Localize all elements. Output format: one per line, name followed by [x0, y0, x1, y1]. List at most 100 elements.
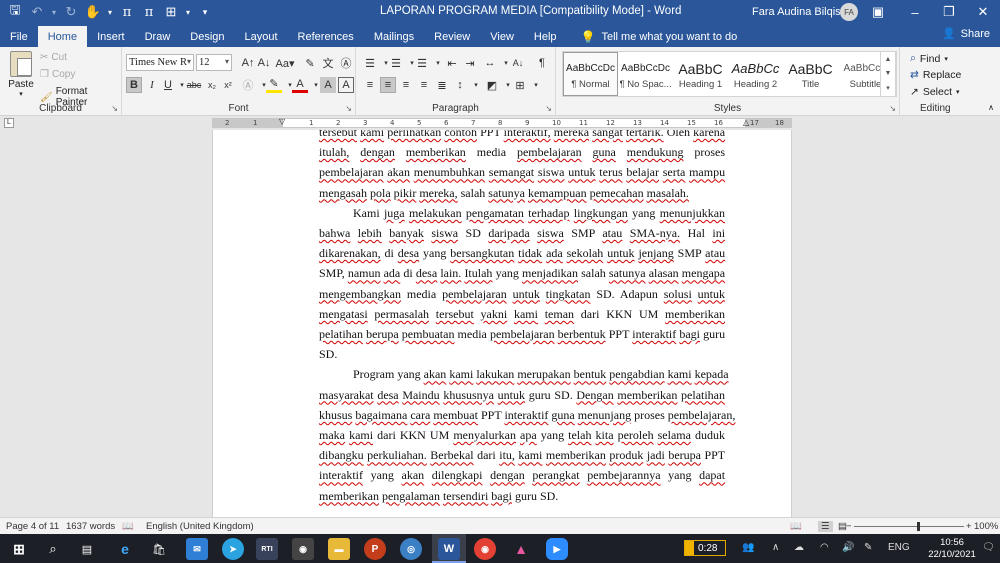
tab-references[interactable]: References	[288, 26, 364, 47]
tab-layout[interactable]: Layout	[235, 26, 288, 47]
mail-icon[interactable]: ✉	[186, 538, 208, 560]
decrease-indent-icon[interactable]: ⇤	[444, 55, 460, 71]
document-line[interactable]: khusus bagaimana cara membuat PPT intera…	[319, 405, 735, 425]
multilevel-list-icon[interactable]: ☰	[414, 55, 430, 71]
asian-layout-icon[interactable]: ↔	[482, 55, 498, 71]
file-explorer-icon[interactable]: ▬	[328, 538, 350, 560]
document-page[interactable]: tersebut kami perlihatkan contoh PPT int…	[212, 130, 792, 517]
collapse-ribbon-icon[interactable]: ∧	[988, 103, 994, 112]
horizontal-ruler[interactable]: 2 1 ▽ 1 2 3 4 5 6 7 8 9 10 11 12 13 14 1…	[212, 117, 792, 128]
style-no-spacing[interactable]: AaBbCcDc ¶ No Spac...	[618, 52, 673, 96]
gallery-up-icon[interactable]: ▲	[885, 56, 892, 63]
show-hidden-icons-icon[interactable]: ∧	[772, 542, 779, 553]
character-border-icon[interactable]: A	[338, 77, 354, 93]
copy-button[interactable]: ❐ Copy	[40, 69, 75, 80]
tab-design[interactable]: Design	[180, 26, 234, 47]
replace-button[interactable]: ⇄ Replace	[910, 69, 961, 81]
undo-dropdown-icon[interactable]: ▾	[50, 3, 58, 21]
superscript-button[interactable]: x²	[220, 77, 236, 93]
cut-button[interactable]: ✂ Cut	[40, 52, 67, 63]
table-dropdown-icon[interactable]: ▾	[184, 3, 192, 21]
clear-formatting-icon[interactable]: ✎	[302, 55, 318, 71]
styles-gallery-scroll[interactable]: ▲ ▼ ▾	[880, 51, 896, 97]
telegram-icon[interactable]: ➤	[222, 538, 244, 560]
zoom-out-icon[interactable]: −	[846, 521, 852, 532]
document-line[interactable]: memberikan pengalaman tersendiri bagi gu…	[319, 486, 725, 506]
language-indicator[interactable]: English (United Kingdom)	[146, 521, 254, 532]
show-formatting-marks-icon[interactable]: ¶	[534, 55, 550, 71]
share-button[interactable]: 👤 Share	[942, 27, 990, 41]
paint-app-icon[interactable]: ▲	[510, 538, 532, 560]
style-heading-1[interactable]: AaBbC Heading 1	[673, 52, 728, 96]
document-line[interactable]: SMP, namun ada di desa lain. Itulah yang…	[319, 263, 725, 283]
font-launcher-icon[interactable]: ↘	[345, 104, 352, 113]
tab-home[interactable]: Home	[37, 26, 88, 47]
task-view-icon[interactable]: ▤	[76, 538, 98, 560]
document-line[interactable]: SD.	[319, 344, 725, 364]
enclose-characters-icon[interactable]: Ⓐ	[338, 55, 354, 71]
paragraph-launcher-icon[interactable]: ↘	[545, 104, 552, 113]
document-line[interactable]: itulah, dengan memberikan media pembelaj…	[319, 142, 725, 162]
close-icon[interactable]: ✕	[966, 0, 1000, 24]
find-button[interactable]: ⌕ Find ▾	[910, 52, 948, 65]
page-count[interactable]: Page 4 of 11	[6, 521, 59, 532]
gallery-down-icon[interactable]: ▼	[885, 70, 892, 77]
select-button[interactable]: ↗ Select ▾	[910, 86, 960, 98]
subscript-button[interactable]: x₂	[204, 77, 220, 93]
read-mode-icon[interactable]: 📖	[790, 521, 802, 532]
document-line[interactable]: interaktif yang akan dilengkapi dengan p…	[319, 465, 725, 485]
clipboard-launcher-icon[interactable]: ↘	[111, 104, 118, 113]
first-line-indent-marker[interactable]: ▽	[279, 117, 285, 126]
style-title[interactable]: AaBbC Title	[783, 52, 838, 96]
sort-icon[interactable]: A↓	[510, 55, 526, 71]
paste-button[interactable]: Paste ▾	[6, 51, 36, 98]
justify-icon[interactable]: ≡	[416, 77, 432, 93]
gallery-more-icon[interactable]: ▾	[886, 84, 890, 92]
tab-selector[interactable]: L	[4, 118, 14, 128]
document-body[interactable]: tersebut kami perlihatkan contoh PPT int…	[319, 130, 735, 506]
equation-alt-icon[interactable]: π	[140, 3, 158, 21]
document-line[interactable]: dikarenakan, di desa yang bersangkutan t…	[319, 243, 725, 263]
chrome-icon[interactable]: ◉	[474, 538, 496, 560]
align-left-icon[interactable]: ≡	[362, 77, 378, 93]
document-line[interactable]: mengatasi permasalah tersebut yakni kami…	[319, 304, 725, 324]
font-color-icon[interactable]: A	[292, 77, 308, 93]
save-icon[interactable]: 🖫	[6, 2, 24, 21]
document-line[interactable]: mengasah pola pikir mereka, salah satuny…	[319, 183, 725, 203]
notifications-icon[interactable]: 🗨	[982, 542, 995, 553]
avatar[interactable]: FA	[840, 3, 858, 21]
bold-button[interactable]: B	[126, 77, 142, 93]
equation-icon[interactable]: π	[118, 3, 136, 21]
document-area[interactable]: tersebut kami perlihatkan contoh PPT int…	[0, 130, 1000, 517]
tab-file[interactable]: File	[0, 26, 38, 47]
clock[interactable]: 10:56 22/10/2021	[928, 537, 976, 561]
powerpoint-icon[interactable]: P	[364, 538, 386, 560]
numbering-icon[interactable]: ☰	[388, 55, 404, 71]
italic-button[interactable]: I	[144, 77, 160, 93]
distributed-icon[interactable]: ≣	[434, 77, 450, 93]
zoom-in-icon[interactable]: +	[966, 521, 972, 532]
align-right-icon[interactable]: ≡	[398, 77, 414, 93]
windows-start-icon[interactable]: ⊞	[8, 538, 30, 560]
tab-insert[interactable]: Insert	[87, 26, 135, 47]
touch-mode-icon[interactable]: ✋	[84, 3, 102, 21]
battery-indicator[interactable]: 0:28	[684, 540, 726, 556]
tab-draw[interactable]: Draw	[135, 26, 181, 47]
onedrive-icon[interactable]: ☁	[794, 542, 804, 553]
store-icon[interactable]: 🛍	[148, 538, 170, 560]
zoom-slider-thumb[interactable]	[917, 522, 920, 531]
character-shading-icon[interactable]: A	[320, 77, 336, 93]
zoom-slider-track[interactable]	[854, 526, 964, 527]
styles-launcher-icon[interactable]: ↘	[889, 104, 896, 113]
line-spacing-dropdown-icon[interactable]: ▾	[468, 77, 484, 93]
align-center-icon[interactable]: ≡	[380, 77, 396, 93]
ribbon-display-options-icon[interactable]: ▣	[858, 0, 898, 24]
phonetic-guide-icon[interactable]: 文	[320, 55, 336, 71]
tell-me-search[interactable]: 💡 Tell me what you want to do	[567, 26, 738, 47]
strikethrough-button[interactable]: abc	[186, 77, 202, 93]
document-line[interactable]: bahwa lebih banyak siswa SD daripada sis…	[319, 223, 725, 243]
game-app-icon[interactable]: ◉	[292, 538, 314, 560]
zoom-app-icon[interactable]: ▶	[546, 538, 568, 560]
tab-mailings[interactable]: Mailings	[364, 26, 424, 47]
shrink-font-icon[interactable]: A↓	[256, 55, 272, 71]
